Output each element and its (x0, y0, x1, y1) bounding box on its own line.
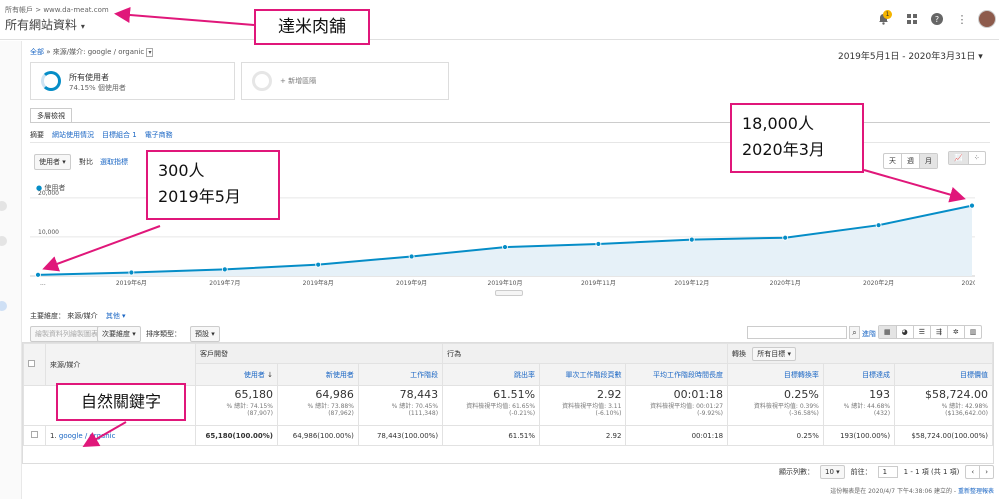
annotation-organic: 自然關鍵字 (56, 383, 186, 421)
annotation-site-name: 達米肉舖 (254, 9, 370, 45)
start-arrow (42, 225, 161, 272)
annotation-end-date: 2020年3月 (742, 140, 825, 159)
end-arrow (863, 169, 966, 203)
annotation-start: 300人 2019年5月 (146, 150, 280, 220)
annotation-start-date: 2019年5月 (158, 187, 241, 206)
keyword-arrow (82, 421, 127, 447)
annotation-end-users: 18,000人 (742, 114, 814, 133)
title-arrow (114, 6, 255, 26)
annotation-arrows (42, 6, 966, 447)
annotation-end: 18,000人 2020年3月 (730, 103, 864, 173)
annotation-start-users: 300人 (158, 161, 205, 180)
